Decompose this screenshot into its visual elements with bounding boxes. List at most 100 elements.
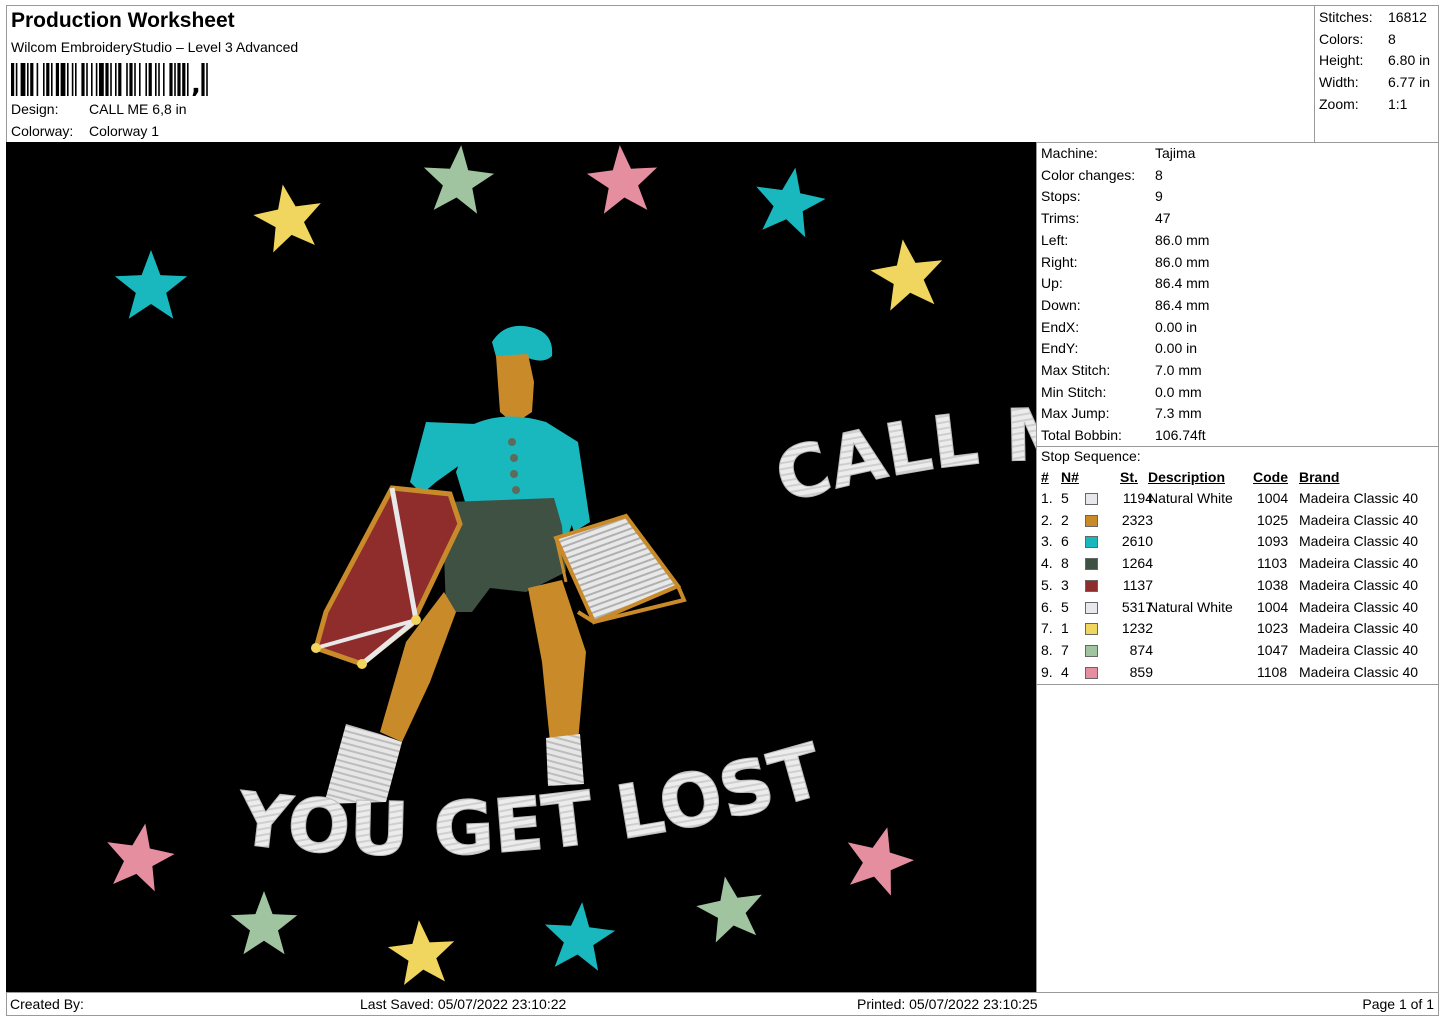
info-label: Left: xyxy=(1041,231,1069,248)
row-num: 9. xyxy=(1041,663,1053,680)
row-needle: 1 xyxy=(1061,620,1069,637)
embroidery-artwork: CALL ME IF xyxy=(107,145,1036,985)
row-stitches: 859 xyxy=(1129,663,1153,680)
stop-sequence-row: 3. 6 2610 1093 Madeira Classic 40 xyxy=(1037,533,1438,554)
star-icon xyxy=(114,250,188,319)
info-label: Down: xyxy=(1041,296,1081,313)
star-icon xyxy=(870,239,943,311)
barcode: , xyxy=(11,63,208,96)
row-code: 1047 xyxy=(1257,641,1289,658)
row-needle: 7 xyxy=(1061,641,1069,658)
divider xyxy=(1037,684,1438,685)
info-label: Up: xyxy=(1041,275,1063,292)
info-value: 0.00 in xyxy=(1155,340,1198,357)
info-label: Stops: xyxy=(1041,188,1081,205)
star-icon xyxy=(387,920,455,985)
star-icon xyxy=(107,823,175,892)
colorway-label: Colorway: xyxy=(11,123,74,139)
star-icon xyxy=(230,891,298,955)
design-label: Design: xyxy=(11,101,59,117)
row-stitches: 2610 xyxy=(1121,533,1153,550)
info-label: Max Jump: xyxy=(1041,405,1110,422)
figure-illustration xyxy=(311,325,687,804)
info-value: 7.0 mm xyxy=(1155,362,1202,378)
stop-sequence-title: Stop Sequence: xyxy=(1041,448,1141,464)
row-needle: 3 xyxy=(1061,576,1069,593)
row-stitches: 1264 xyxy=(1121,555,1153,572)
row-needle: 4 xyxy=(1061,663,1069,680)
color-swatch xyxy=(1085,666,1098,679)
col-header-stitches: St. xyxy=(1120,469,1138,485)
page-number: Page 1 of 1 xyxy=(1362,996,1434,1012)
worksheet-header: Production Worksheet Wilcom EmbroiderySt… xyxy=(6,5,1315,143)
created-by: Created By: xyxy=(10,996,84,1012)
info-label: Trims: xyxy=(1041,210,1080,227)
info-value: 0.00 in xyxy=(1155,318,1198,335)
row-num: 7. xyxy=(1041,620,1053,637)
row-code: 1108 xyxy=(1257,663,1288,680)
info-row: EndY: 0.00 in xyxy=(1041,340,1197,356)
stat-zoom: Zoom: 1:1 xyxy=(1319,96,1408,112)
row-needle: 2 xyxy=(1061,511,1069,528)
colorway-value: Colorway 1 xyxy=(89,123,160,139)
col-header-needle: N# xyxy=(1061,469,1079,485)
svg-text:,: , xyxy=(191,70,201,96)
row-num: 4. xyxy=(1041,555,1053,572)
info-row: Left: 86.0 mm xyxy=(1041,231,1209,248)
stats-box: Stitches: 16812 Colors: 8 Height: 6.80 in W… xyxy=(1314,5,1439,143)
row-stitches: 2323 xyxy=(1121,511,1153,528)
stat-stitches: Stitches: 16812 xyxy=(1319,9,1427,25)
row-code: 1025 xyxy=(1257,511,1289,528)
info-value: 8 xyxy=(1155,166,1163,183)
info-label: EndX: xyxy=(1041,318,1080,335)
info-value: 86.0 mm xyxy=(1155,253,1210,270)
stop-sequence-row: 6. 5 5317 Natural White 1004 Madeira Classic … xyxy=(1037,599,1438,620)
row-stitches: 874 xyxy=(1129,641,1153,658)
row-stitches: 1232 xyxy=(1121,620,1153,637)
color-swatch xyxy=(1085,493,1098,505)
info-row: Max Jump: 7.3 mm xyxy=(1041,405,1202,422)
info-value: 86.4 mm xyxy=(1155,275,1210,292)
star-icon xyxy=(544,902,616,971)
row-num: 1. xyxy=(1041,490,1053,506)
row-brand: Madeira Classic 40 xyxy=(1299,576,1419,593)
row-code: 1004 xyxy=(1257,598,1289,615)
row-needle: 6 xyxy=(1061,533,1069,550)
info-row: Right: 86.0 mm xyxy=(1041,254,1209,270)
star-icon xyxy=(847,827,914,896)
info-row: Max Stitch: 7.0 mm xyxy=(1041,362,1202,378)
info-label: Total Bobbin: xyxy=(1041,427,1122,444)
color-swatch xyxy=(1085,558,1098,571)
stop-sequence-row: 8. 7 874 1047 Madeira Classic 40 xyxy=(1037,642,1438,663)
info-label: Min Stitch: xyxy=(1041,383,1107,400)
star-icon xyxy=(696,876,762,943)
row-code: 1038 xyxy=(1257,576,1289,593)
last-saved: Last Saved: 05/07/2022 23:10:22 xyxy=(360,996,567,1012)
info-value: 7.3 mm xyxy=(1155,405,1202,422)
color-swatch xyxy=(1085,601,1098,614)
row-num: 2. xyxy=(1041,511,1053,528)
row-brand: Madeira Classic 40 xyxy=(1299,598,1419,615)
row-stitches: 1137 xyxy=(1122,576,1153,593)
info-row: EndX: 0.00 in xyxy=(1041,318,1197,335)
stop-sequence-row: 4. 8 1264 1103 Madeira Classic 40 xyxy=(1037,555,1438,576)
row-brand: Madeira Classic 40 xyxy=(1299,641,1419,658)
row-code: 1004 xyxy=(1257,490,1289,506)
info-value: 9 xyxy=(1155,188,1163,205)
stat-width: Width: 6.77 in xyxy=(1319,74,1431,90)
stop-sequence-row: 5. 3 1137 1038 Madeira Classic 40 xyxy=(1037,577,1438,598)
page-title: Production Worksheet xyxy=(11,9,235,32)
star-icon xyxy=(423,145,495,214)
info-row: Color changes: 8 xyxy=(1041,167,1163,183)
stat-height: Height: 6.80 in xyxy=(1319,52,1431,68)
star-icon xyxy=(253,184,321,253)
row-num: 3. xyxy=(1041,533,1053,550)
row-brand: Madeira Classic 40 xyxy=(1299,663,1419,680)
color-swatch xyxy=(1085,536,1098,549)
design-preview: CALL ME IF xyxy=(6,142,1036,992)
row-brand: Madeira Classic 40 xyxy=(1299,533,1419,550)
software-name: Wilcom EmbroideryStudio – Level 3 Advanc… xyxy=(11,39,299,55)
info-value: Tajima xyxy=(1155,145,1196,161)
color-swatch xyxy=(1085,644,1098,657)
info-value: 47 xyxy=(1155,210,1171,227)
